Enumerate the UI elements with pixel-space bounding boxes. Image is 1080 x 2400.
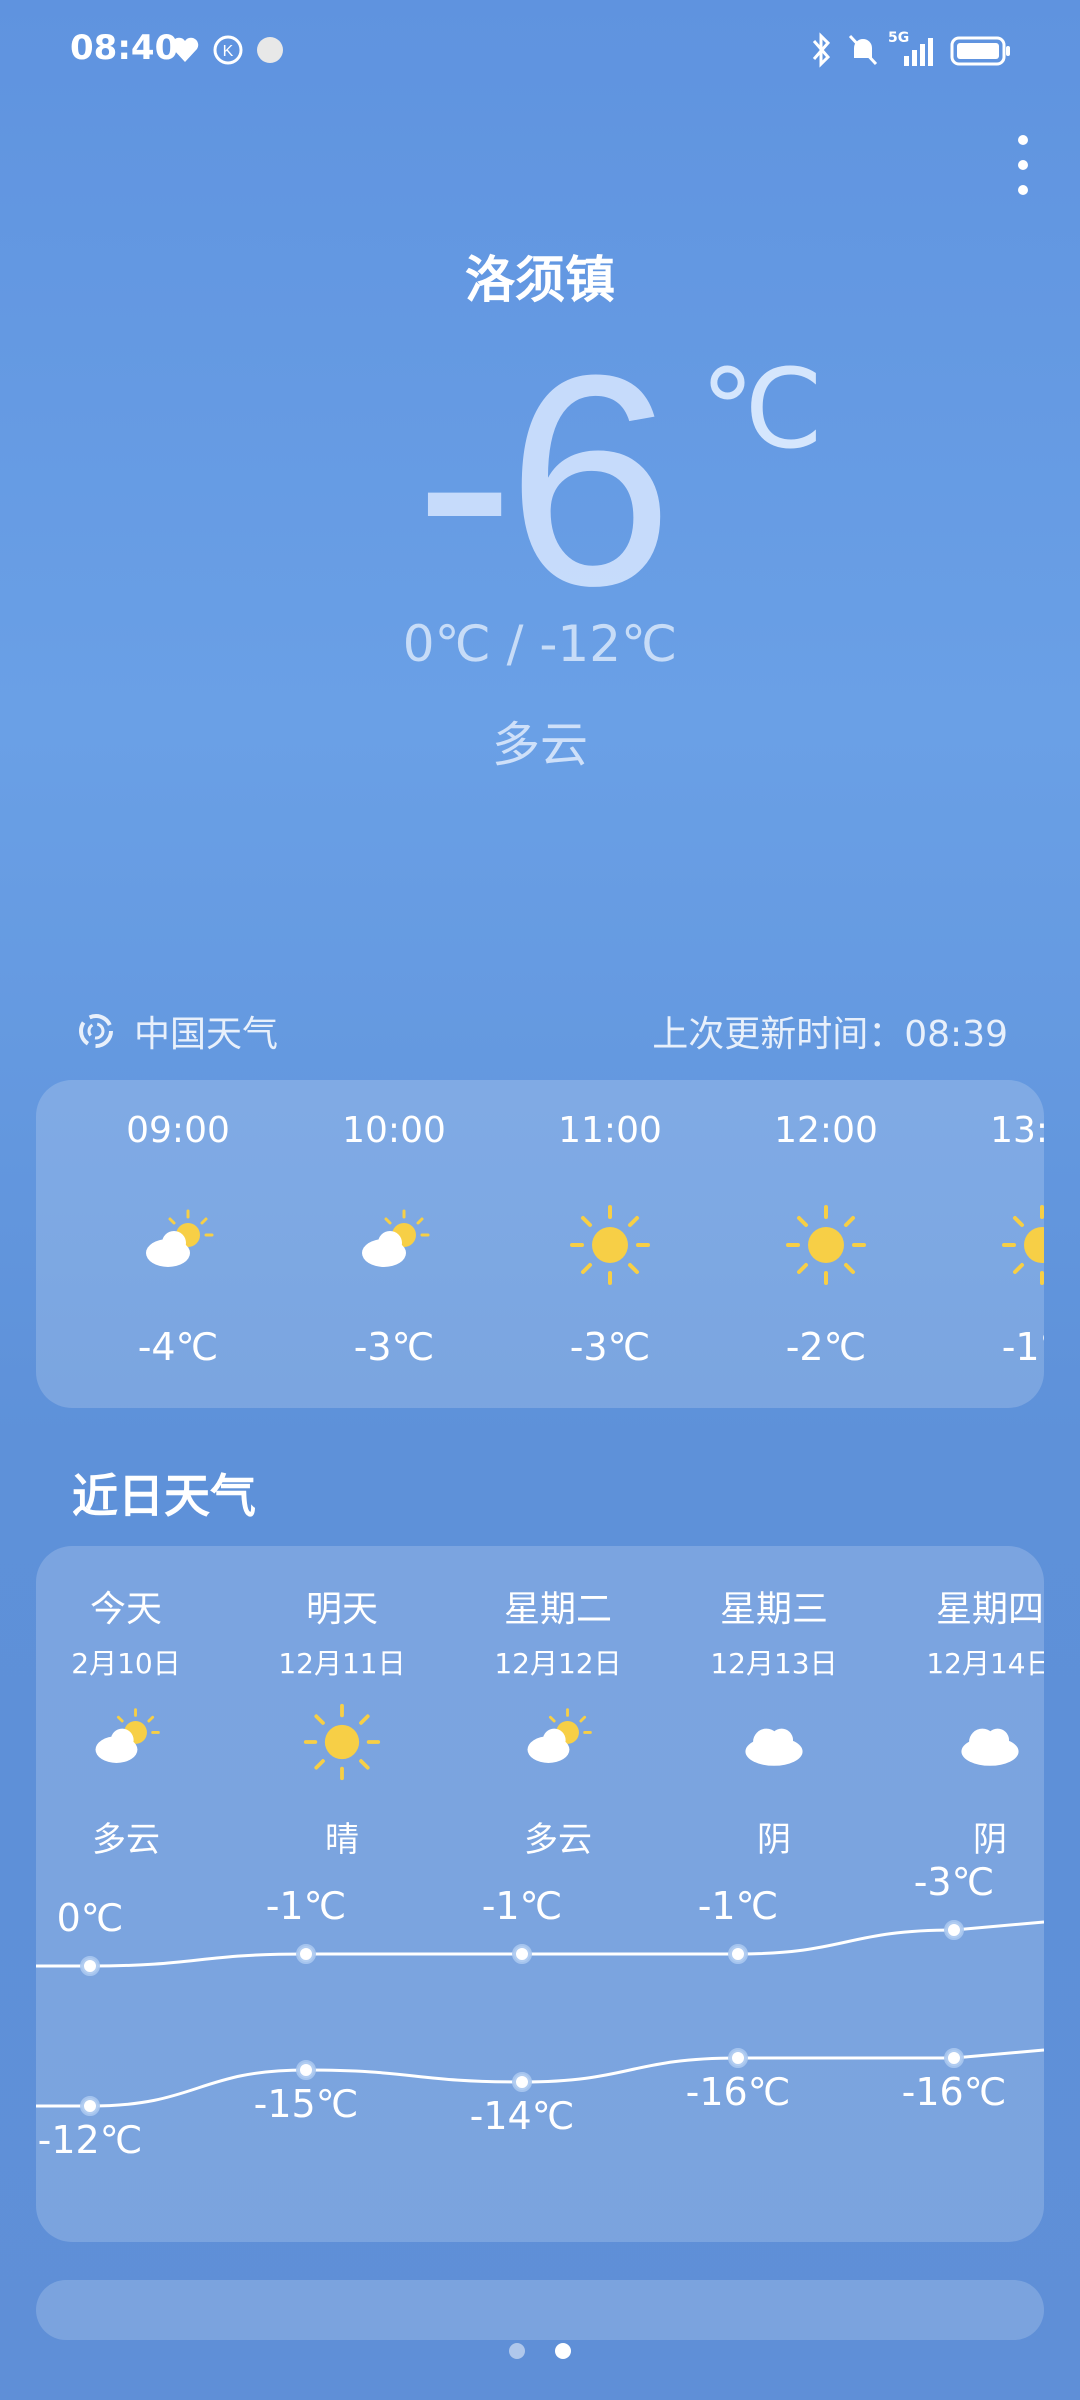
low-temp-label: -16℃: [685, 2070, 791, 2114]
low-temp-label: -14℃: [469, 2094, 575, 2138]
weather-source: 中国天气: [76, 1005, 278, 1057]
hour-temp: -4℃: [137, 1325, 219, 1369]
battery-icon: [950, 36, 1010, 66]
hour-time: 12:00: [774, 1110, 878, 1151]
sun-icon: [786, 1205, 866, 1285]
sun-icon: [570, 1205, 650, 1285]
hourly-forecast-card[interactable]: 09:00 -4℃ 10:00 -3℃ 11:00 -3℃ 12:00 -2℃ …: [36, 1080, 1044, 1408]
high-temp-point: [80, 1956, 100, 1976]
low-temp-point: [80, 2096, 100, 2116]
daily-forecast-card[interactable]: 今天 2月10日 多云 明天 12月11日 晴 星期二 12月12日 多云 星期…: [36, 1546, 1044, 2242]
hour-item: 12:00 -2℃: [736, 1080, 916, 1369]
hour-time: 10:00: [342, 1110, 446, 1151]
hour-item: 10:00 -3℃: [304, 1080, 484, 1369]
page-dot[interactable]: [509, 2343, 526, 2359]
partly-cloudy-icon: [146, 1209, 214, 1267]
temp-range: 0℃ / -12℃: [402, 615, 678, 673]
svg-text:K: K: [223, 43, 234, 60]
sun-icon: [1002, 1205, 1044, 1285]
status-time: 08:40: [70, 28, 179, 68]
location-name[interactable]: 洛须镇: [0, 240, 1080, 312]
hour-time: 09:00: [126, 1110, 230, 1151]
china-weather-logo-icon: [79, 1014, 113, 1048]
high-temp-label: -1℃: [481, 1884, 563, 1928]
hour-temp: -1℃: [1001, 1325, 1044, 1369]
high-temp-label: -3℃: [913, 1860, 995, 1904]
high-temp-point: [728, 1944, 748, 1964]
moon-icon: [257, 37, 283, 63]
hour-temp: -3℃: [353, 1325, 435, 1369]
hour-temp: -2℃: [785, 1325, 867, 1369]
low-temp-point: [296, 2060, 316, 2080]
high-temp-label: -1℃: [265, 1884, 347, 1928]
more-menu-button[interactable]: [1016, 135, 1030, 205]
next-card-peek[interactable]: [36, 2280, 1044, 2340]
k-badge-icon: K: [213, 35, 243, 65]
hour-item: 09:00 -4℃: [88, 1080, 268, 1369]
high-temp-line: [36, 1920, 1044, 1968]
high-temp-point: [512, 1944, 532, 1964]
low-temp-label: -16℃: [901, 2070, 1007, 2114]
high-temp-point: [944, 1920, 964, 1940]
current-condition: 多云: [491, 717, 588, 773]
hour-temp: -3℃: [569, 1325, 651, 1369]
source-name: 中国天气: [134, 1014, 279, 1055]
low-temp-label: -12℃: [37, 2118, 143, 2162]
heart-icon: [171, 37, 199, 62]
temp-unit: ℃: [700, 348, 824, 471]
last-updated: 上次更新时间：08:39: [652, 1014, 1008, 1055]
low-temp-point: [512, 2072, 532, 2092]
high-temp-label: 0℃: [56, 1896, 124, 1940]
high-temp-label: -1℃: [697, 1884, 779, 1928]
hour-item: 13:00 -1℃: [952, 1080, 1044, 1369]
bluetooth-icon: [812, 32, 831, 68]
low-temp-point: [944, 2048, 964, 2068]
mute-bell-icon: [848, 34, 878, 66]
hour-time: 11:00: [558, 1110, 662, 1151]
high-temp-point: [296, 1944, 316, 1964]
hour-time: 13:00: [990, 1110, 1044, 1151]
status-bar: 08:40 K 5G: [0, 0, 1080, 100]
page-indicator[interactable]: [0, 2343, 1080, 2363]
partly-cloudy-icon: [362, 1209, 430, 1267]
signal-icon: [904, 38, 933, 66]
page-dot-active[interactable]: [554, 2343, 571, 2359]
current-temp: -6: [414, 312, 674, 648]
hour-item: 11:00 -3℃: [520, 1080, 700, 1369]
recent-weather-title: 近日天气: [72, 1469, 256, 1523]
low-temp-point: [728, 2048, 748, 2068]
low-temp-label: -15℃: [253, 2082, 359, 2126]
